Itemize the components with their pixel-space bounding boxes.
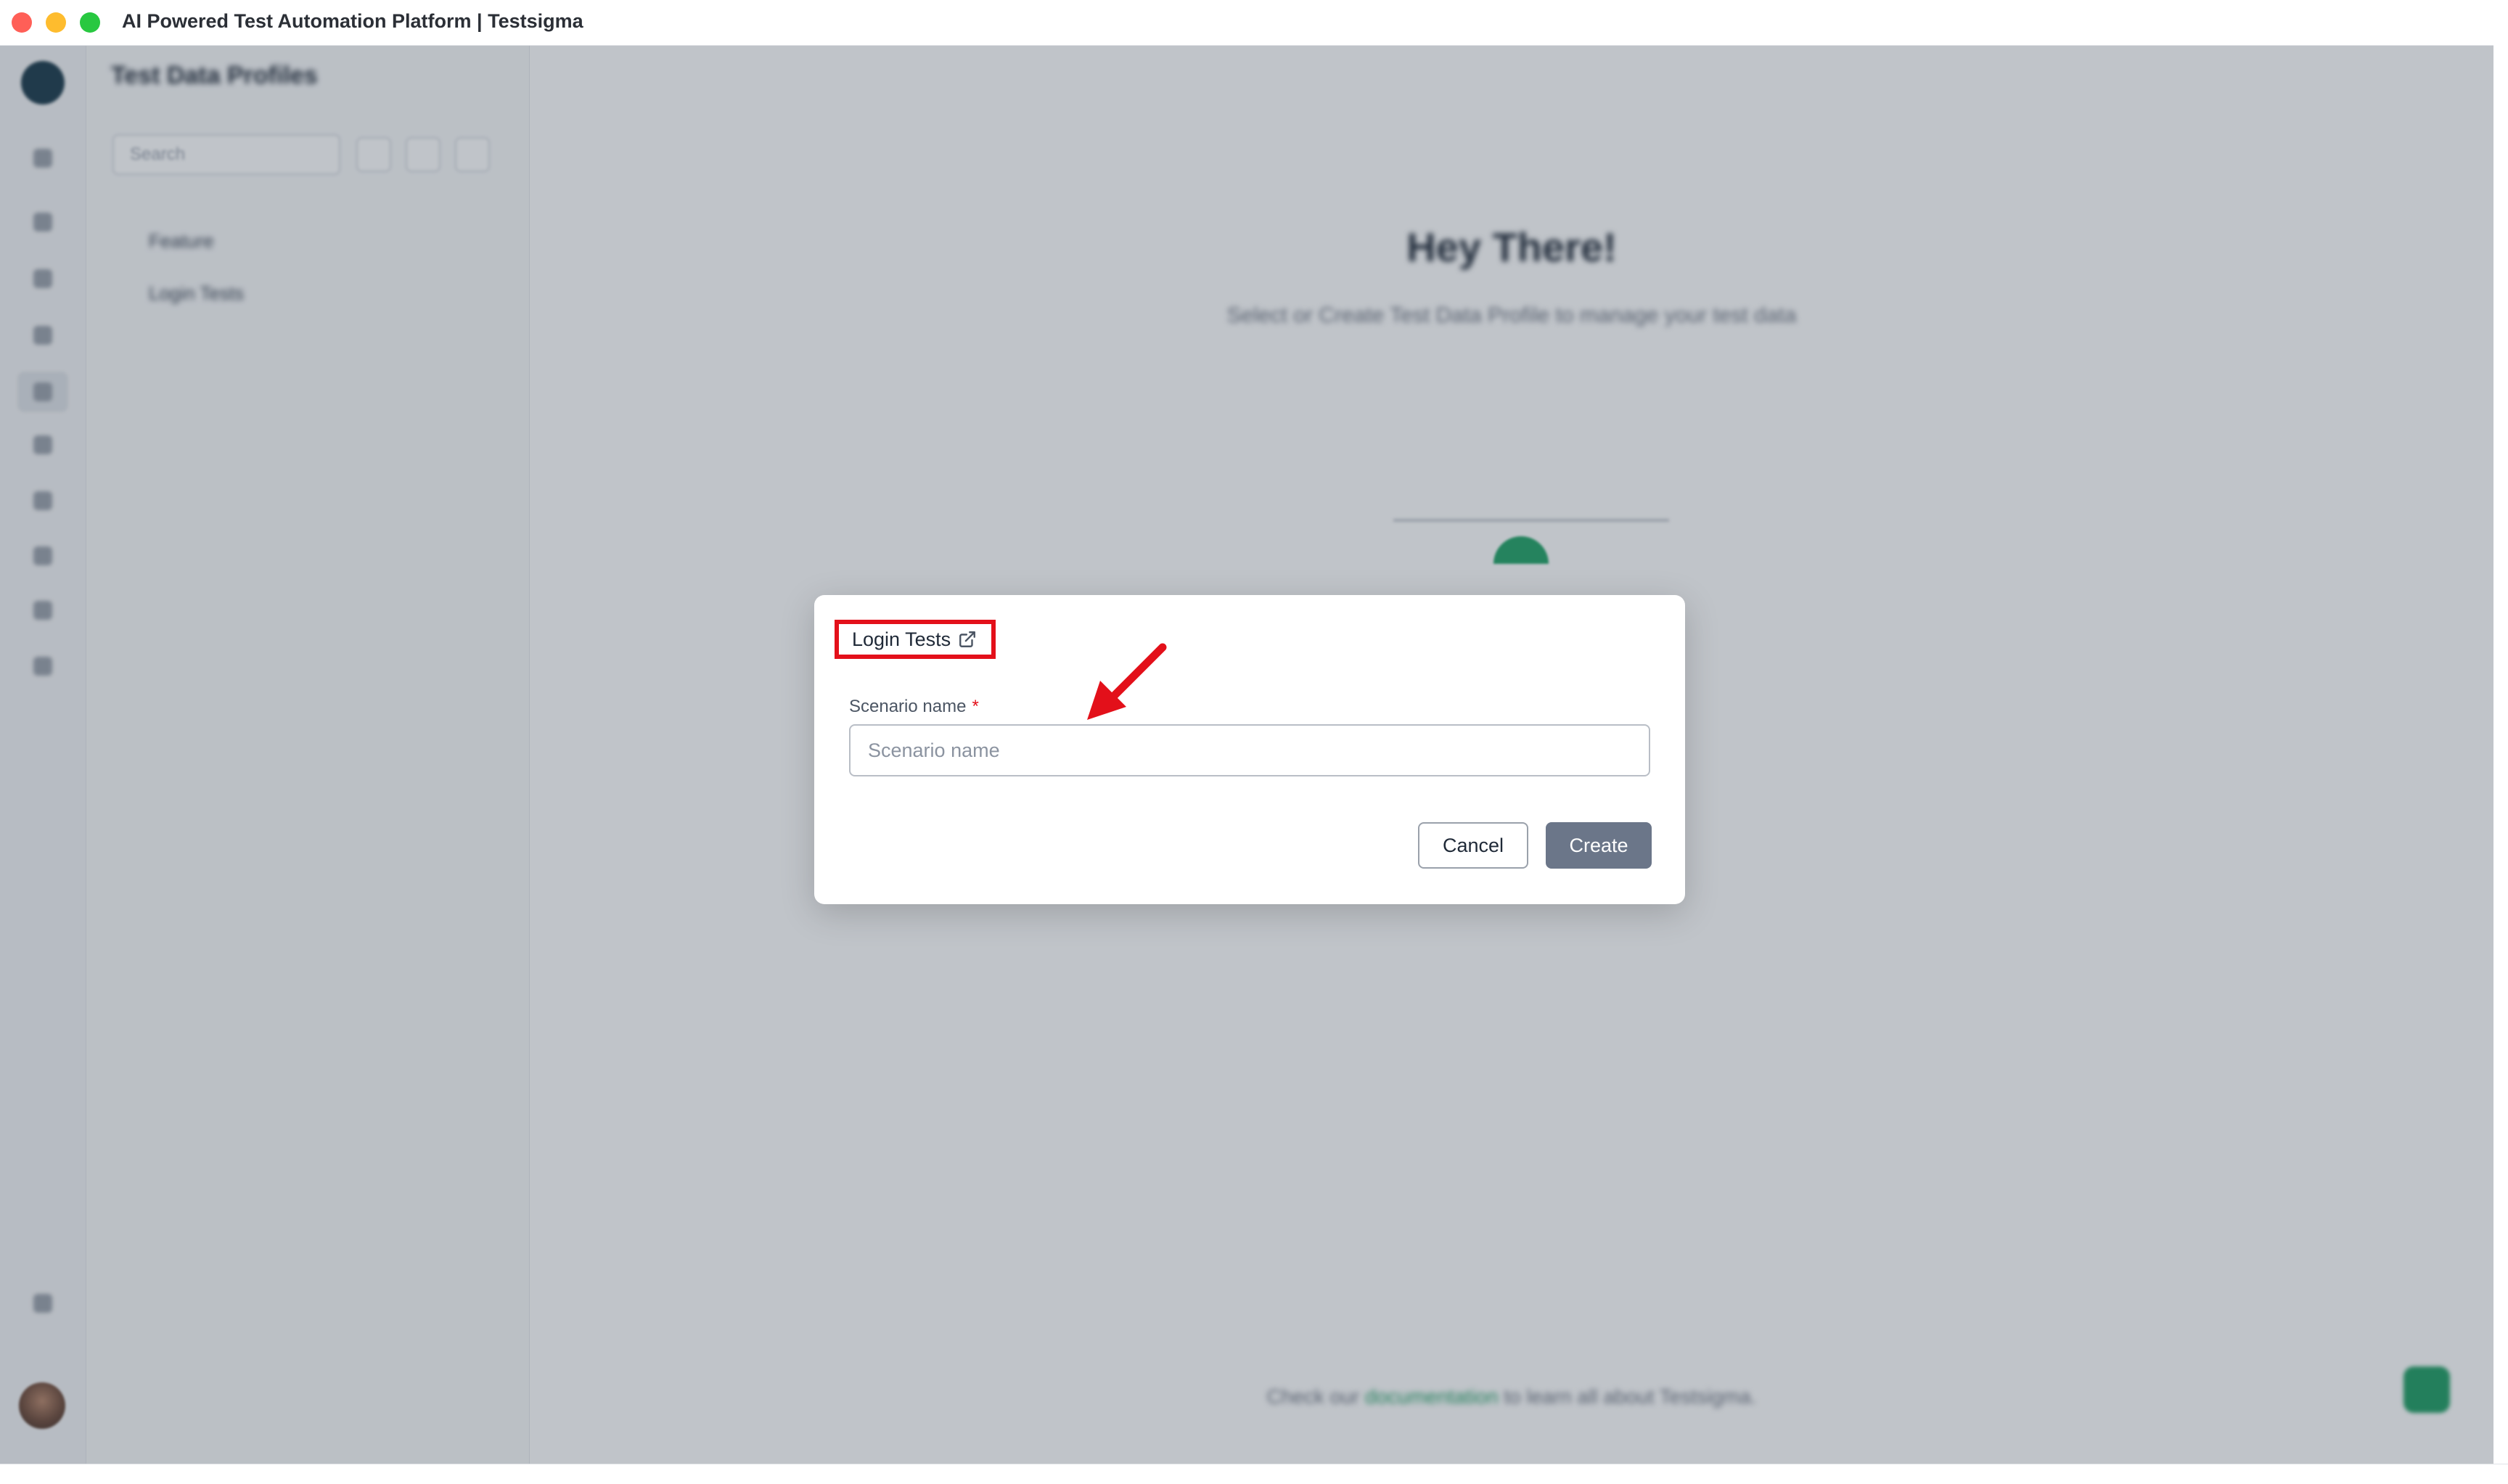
breadcrumb-highlight-box[interactable]: Login Tests	[835, 620, 996, 659]
required-marker: *	[972, 697, 979, 716]
scenario-name-label: Scenario name *	[849, 697, 979, 717]
breadcrumb-link[interactable]: Login Tests	[852, 628, 951, 651]
scenario-name-label-text: Scenario name	[849, 697, 967, 716]
close-window-button[interactable]	[12, 12, 32, 33]
minimize-window-button[interactable]	[46, 12, 66, 33]
maximize-window-button[interactable]	[80, 12, 100, 33]
scenario-name-input[interactable]	[849, 724, 1650, 776]
window-title: AI Powered Test Automation Platform | Te…	[122, 10, 583, 32]
create-scenario-dialog: Login Tests Scenario name * Cancel Create	[814, 595, 1685, 904]
annotation-arrow-icon	[1087, 643, 1167, 720]
window-frame-right	[2493, 0, 2508, 1483]
window-titlebar: AI Powered Test Automation Platform | Te…	[0, 0, 2508, 46]
create-button[interactable]: Create	[1546, 822, 1652, 869]
window-frame-bottom	[0, 1464, 2508, 1484]
external-link-icon[interactable]	[958, 630, 977, 649]
cancel-button[interactable]: Cancel	[1418, 822, 1528, 869]
